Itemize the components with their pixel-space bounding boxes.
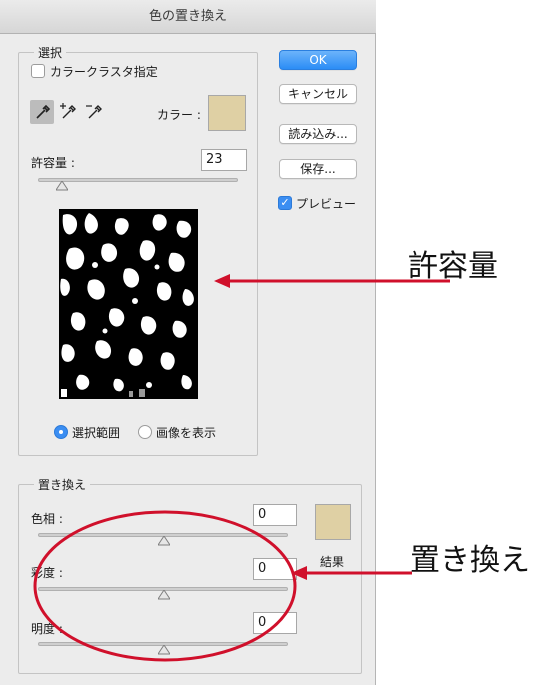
tolerance-slider-track[interactable] <box>38 178 238 182</box>
load-button[interactable]: 読み込み... <box>279 124 357 144</box>
hue-input[interactable]: 0 <box>253 504 297 526</box>
dialog-title: 色の置き換え <box>0 0 376 34</box>
cancel-button[interactable]: キャンセル <box>279 84 357 104</box>
selection-legend: 選択 <box>34 44 67 61</box>
eyedropper-icon <box>36 104 51 119</box>
saturation-input[interactable]: 0 <box>253 558 297 580</box>
checkmark-icon: ✓ <box>280 196 290 209</box>
color-label: カラー : <box>157 108 201 122</box>
saturation-slider-thumb[interactable] <box>158 590 170 600</box>
hue-label: 色相 : <box>31 512 63 526</box>
lightness-slider-thumb[interactable] <box>158 645 170 655</box>
eyedropper-tool[interactable] <box>30 100 54 124</box>
tolerance-annotation: 許容量 <box>408 249 498 284</box>
localized-clusters-checkbox[interactable] <box>31 64 45 78</box>
selection-radio-label: 選択範囲 <box>72 426 121 440</box>
ok-button[interactable]: OK <box>279 50 357 70</box>
tolerance-label: 許容量 : <box>31 156 75 170</box>
eyedropper-minus-icon <box>86 105 102 119</box>
result-color-swatch[interactable] <box>315 504 351 540</box>
tolerance-input[interactable]: 23 <box>201 149 247 171</box>
preview-label: プレビュー <box>296 197 357 211</box>
lightness-input[interactable]: 0 <box>253 612 297 634</box>
floral-mask-image <box>59 209 198 399</box>
eyedropper-subtract-tool[interactable] <box>82 100 106 124</box>
selection-radio[interactable] <box>54 425 68 439</box>
save-button[interactable]: 保存... <box>279 159 357 179</box>
replacement-legend: 置き換え <box>34 476 91 493</box>
replace-color-dialog: 色の置き換え 選択 カラークラスタ指定 カラー : 許容量 : 23 選択範囲 … <box>0 0 376 685</box>
selection-preview <box>59 209 198 399</box>
saturation-label: 彩度 : <box>31 566 63 580</box>
selection-color-swatch[interactable] <box>208 95 246 131</box>
image-radio-label: 画像を表示 <box>156 426 217 440</box>
lightness-label: 明度 : <box>31 622 63 636</box>
eyedropper-add-tool[interactable] <box>56 100 80 124</box>
image-radio[interactable] <box>138 425 152 439</box>
hue-slider-thumb[interactable] <box>158 536 170 546</box>
result-label: 結果 <box>320 555 345 569</box>
replace-annotation: 置き換え <box>410 543 530 578</box>
tolerance-slider-thumb[interactable] <box>56 181 68 191</box>
localized-clusters-label: カラークラスタ指定 <box>50 65 158 79</box>
preview-checkbox[interactable]: ✓ <box>278 196 292 210</box>
eyedropper-plus-icon <box>60 103 76 119</box>
